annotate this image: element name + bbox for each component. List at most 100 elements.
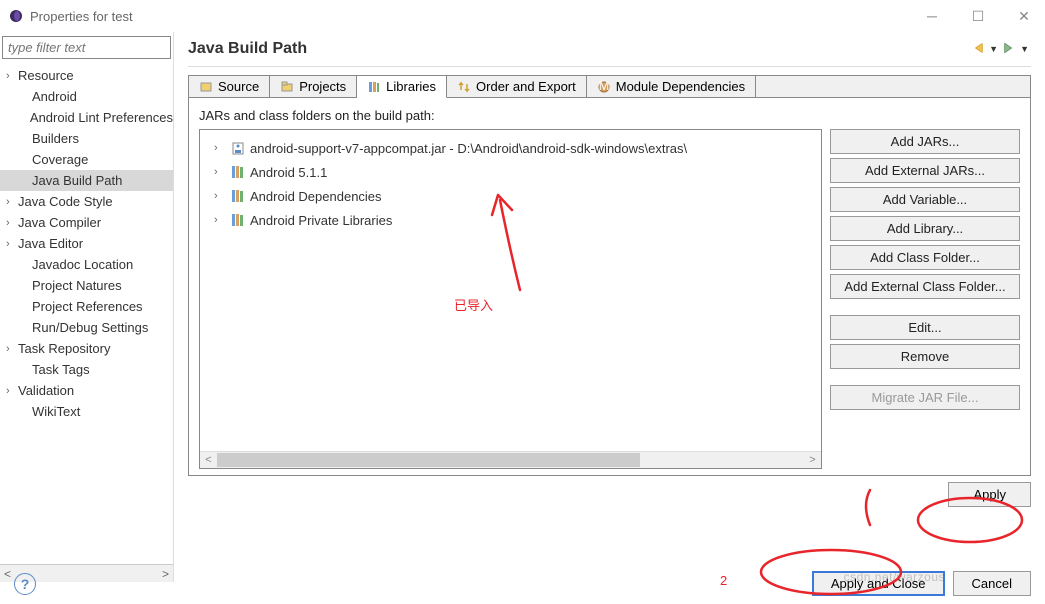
sidebar-item-label: Java Code Style: [18, 194, 113, 209]
jar-icon: [230, 140, 246, 156]
sidebar-item-android-lint-preferences[interactable]: Android Lint Preferences: [0, 107, 173, 128]
chevron-right-icon[interactable]: ›: [214, 190, 226, 202]
edit-button[interactable]: Edit...: [830, 315, 1020, 340]
cancel-button[interactable]: Cancel: [953, 571, 1031, 596]
window-title: Properties for test: [30, 9, 133, 24]
maximize-button[interactable]: ☐: [965, 6, 991, 26]
projects-icon: [280, 80, 294, 94]
sidebar-item-java-compiler[interactable]: ›Java Compiler: [0, 212, 173, 233]
content-area: Java Build Path ▼ ▼ Source Projects Librar…: [174, 32, 1045, 582]
tab-label: Projects: [299, 79, 346, 94]
add-class-folder-button[interactable]: Add Class Folder...: [830, 245, 1020, 270]
add-variable-button[interactable]: Add Variable...: [830, 187, 1020, 212]
sidebar-item-run-debug-settings[interactable]: Run/Debug Settings: [0, 317, 173, 338]
forward-icon[interactable]: [1002, 41, 1016, 58]
sidebar-item-wikitext[interactable]: WikiText: [0, 401, 173, 422]
add-library-button[interactable]: Add Library...: [830, 216, 1020, 241]
scroll-left-icon[interactable]: <: [4, 567, 11, 581]
apply-button[interactable]: Apply: [948, 482, 1031, 507]
lib-icon: [230, 188, 246, 204]
sidebar-item-label: Builders: [32, 131, 79, 146]
close-button[interactable]: ✕: [1011, 6, 1037, 26]
sidebar-item-label: Javadoc Location: [32, 257, 133, 272]
sidebar-item-validation[interactable]: ›Validation: [0, 380, 173, 401]
tab-label: Libraries: [386, 79, 436, 94]
tab-label: Source: [218, 79, 259, 94]
page-title: Java Build Path: [188, 40, 307, 58]
sidebar-item-label: Java Editor: [18, 236, 83, 251]
migrate-jar-button[interactable]: Migrate JAR File...: [830, 385, 1020, 410]
tabs: Source Projects Libraries Order and Export M…: [189, 76, 1030, 98]
tab-projects[interactable]: Projects: [270, 76, 357, 97]
lib-icon: [230, 164, 246, 180]
sidebar-item-label: Resource: [18, 68, 74, 83]
filter-input[interactable]: [2, 36, 171, 59]
tab-module-dependencies[interactable]: MModule Dependencies: [587, 76, 756, 97]
sidebar-item-java-code-style[interactable]: ›Java Code Style: [0, 191, 173, 212]
add-jars-button[interactable]: Add JARs...: [830, 129, 1020, 154]
libraries-hscroll[interactable]: < >: [200, 451, 821, 468]
sidebar: ›ResourceAndroidAndroid Lint Preferences…: [0, 32, 174, 582]
chevron-right-icon: ›: [6, 385, 18, 397]
eclipse-icon: [8, 8, 24, 24]
minimize-button[interactable]: ─: [919, 6, 945, 26]
sidebar-item-label: Project Natures: [32, 278, 122, 293]
sidebar-item-javadoc-location[interactable]: Javadoc Location: [0, 254, 173, 275]
sidebar-item-label: Task Repository: [18, 341, 110, 356]
sidebar-item-java-editor[interactable]: ›Java Editor: [0, 233, 173, 254]
chevron-right-icon: ›: [6, 196, 18, 208]
order-and-export-icon: [457, 80, 471, 94]
sidebar-item-label: Coverage: [32, 152, 88, 167]
category-tree: ›ResourceAndroidAndroid Lint Preferences…: [0, 65, 173, 564]
library-item[interactable]: › Android Private Libraries: [204, 208, 817, 232]
sidebar-item-label: Android: [32, 89, 77, 104]
forward-dropdown-icon[interactable]: ▼: [1018, 44, 1031, 54]
sidebar-item-label: Task Tags: [32, 362, 90, 377]
add-external-class-folder-button[interactable]: Add External Class Folder...: [830, 274, 1020, 299]
library-item[interactable]: › android-support-v7-appcompat.jar - D:\A…: [204, 136, 817, 160]
sidebar-item-task-repository[interactable]: ›Task Repository: [0, 338, 173, 359]
sidebar-item-label: WikiText: [32, 404, 80, 419]
nav-arrows: ▼ ▼: [971, 41, 1031, 58]
chevron-right-icon: ›: [6, 217, 18, 229]
sidebar-item-coverage[interactable]: Coverage: [0, 149, 173, 170]
hscroll-left-icon[interactable]: <: [200, 452, 217, 469]
hscroll-thumb[interactable]: [217, 453, 640, 467]
sidebar-item-label: Java Compiler: [18, 215, 101, 230]
library-item[interactable]: ›Android 5.1.1: [204, 160, 817, 184]
tab-source[interactable]: Source: [189, 76, 270, 97]
chevron-right-icon: ›: [6, 238, 18, 250]
sidebar-item-project-natures[interactable]: Project Natures: [0, 275, 173, 296]
chevron-right-icon[interactable]: ›: [214, 214, 226, 226]
sidebar-item-java-build-path[interactable]: Java Build Path: [0, 170, 173, 191]
library-label: Android Private Libraries: [250, 213, 392, 228]
sidebar-item-android[interactable]: Android: [0, 86, 173, 107]
libraries-icon: [367, 80, 381, 94]
source-icon: [199, 80, 213, 94]
sidebar-item-task-tags[interactable]: Task Tags: [0, 359, 173, 380]
tab-label: Order and Export: [476, 79, 576, 94]
section-label: JARs and class folders on the build path…: [199, 108, 1020, 123]
help-icon[interactable]: ?: [14, 573, 36, 595]
chevron-right-icon[interactable]: ›: [214, 166, 226, 178]
back-icon[interactable]: [971, 41, 985, 58]
lib-icon: [230, 212, 246, 228]
tab-libraries[interactable]: Libraries: [357, 76, 447, 98]
libraries-list[interactable]: › android-support-v7-appcompat.jar - D:\A…: [199, 129, 822, 469]
sidebar-item-project-references[interactable]: Project References: [0, 296, 173, 317]
back-dropdown-icon[interactable]: ▼: [987, 44, 1000, 54]
hscroll-right-icon[interactable]: >: [804, 452, 821, 469]
titlebar: Properties for test ─ ☐ ✕: [0, 0, 1045, 32]
add-external-jars-button[interactable]: Add External JARs...: [830, 158, 1020, 183]
tab-order-and-export[interactable]: Order and Export: [447, 76, 587, 97]
sidebar-item-label: Validation: [18, 383, 74, 398]
chevron-right-icon[interactable]: ›: [214, 142, 226, 154]
library-item[interactable]: ›Android Dependencies: [204, 184, 817, 208]
sidebar-item-builders[interactable]: Builders: [0, 128, 173, 149]
sidebar-item-label: Android Lint Preferences: [30, 110, 173, 125]
svg-text:M: M: [598, 80, 609, 93]
remove-button[interactable]: Remove: [830, 344, 1020, 369]
sidebar-item-resource[interactable]: ›Resource: [0, 65, 173, 86]
chevron-right-icon: ›: [6, 343, 18, 355]
library-label: android-support-v7-appcompat.jar - D:\An…: [250, 141, 687, 156]
